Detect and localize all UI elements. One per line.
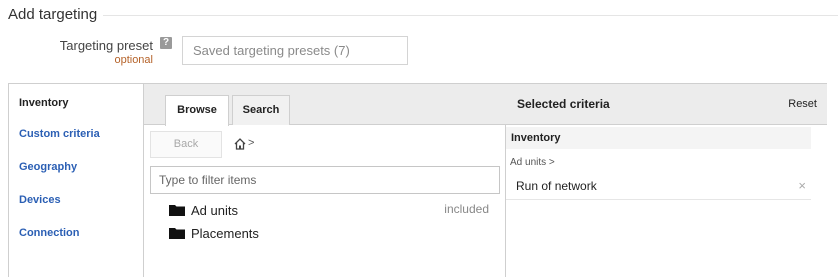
tab-search[interactable]: Search (232, 95, 290, 125)
browse-tabbar: Browse Search (144, 84, 506, 126)
criteria-group-header: Inventory (506, 127, 811, 149)
preset-label: Targeting preset (59, 38, 153, 53)
selected-criteria-header: Selected criteria Reset (506, 84, 827, 125)
selected-criteria-title: Selected criteria (517, 97, 610, 111)
selected-item-label: Run of network (516, 179, 597, 193)
folder-icon (169, 205, 185, 216)
browse-panel: Browse Search Back > Ad units included P… (144, 84, 506, 277)
targeting-preset-input[interactable] (182, 36, 408, 65)
help-icon[interactable]: ? (160, 37, 172, 49)
nav-item-inventory[interactable]: Inventory (19, 97, 69, 109)
criteria-path: Ad units > (510, 157, 555, 168)
tab-browse[interactable]: Browse (165, 95, 229, 126)
section-title: Add targeting (8, 6, 98, 23)
tree-row-placements[interactable]: Placements (144, 223, 506, 245)
tree-item-status: included (444, 202, 489, 216)
tree-item-label: Ad units (191, 203, 238, 218)
selected-criteria-panel: Selected criteria Reset Inventory Ad uni… (506, 84, 827, 277)
section-divider (103, 15, 838, 16)
filter-input[interactable] (150, 166, 500, 194)
tree-item-label: Placements (191, 226, 259, 241)
targeting-panel: Inventory Custom criteria Geography Devi… (8, 83, 827, 277)
nav-item-connection[interactable]: Connection (19, 227, 80, 239)
folder-icon (169, 228, 185, 239)
tree-row-ad-units[interactable]: Ad units included (144, 200, 506, 222)
nav-item-custom-criteria[interactable]: Custom criteria (19, 128, 100, 140)
back-button[interactable]: Back (150, 131, 222, 158)
remove-icon[interactable]: × (798, 178, 806, 193)
preset-optional-label: optional (114, 54, 153, 66)
home-icon[interactable] (233, 137, 247, 151)
targeting-nav: Inventory Custom criteria Geography Devi… (9, 84, 144, 277)
selected-criteria-item: Run of network × (506, 172, 811, 200)
criteria-group-label: Inventory (511, 132, 561, 144)
breadcrumb-separator: > (248, 137, 255, 149)
nav-item-geography[interactable]: Geography (19, 161, 77, 173)
nav-item-devices[interactable]: Devices (19, 194, 61, 206)
reset-link[interactable]: Reset (788, 98, 817, 110)
